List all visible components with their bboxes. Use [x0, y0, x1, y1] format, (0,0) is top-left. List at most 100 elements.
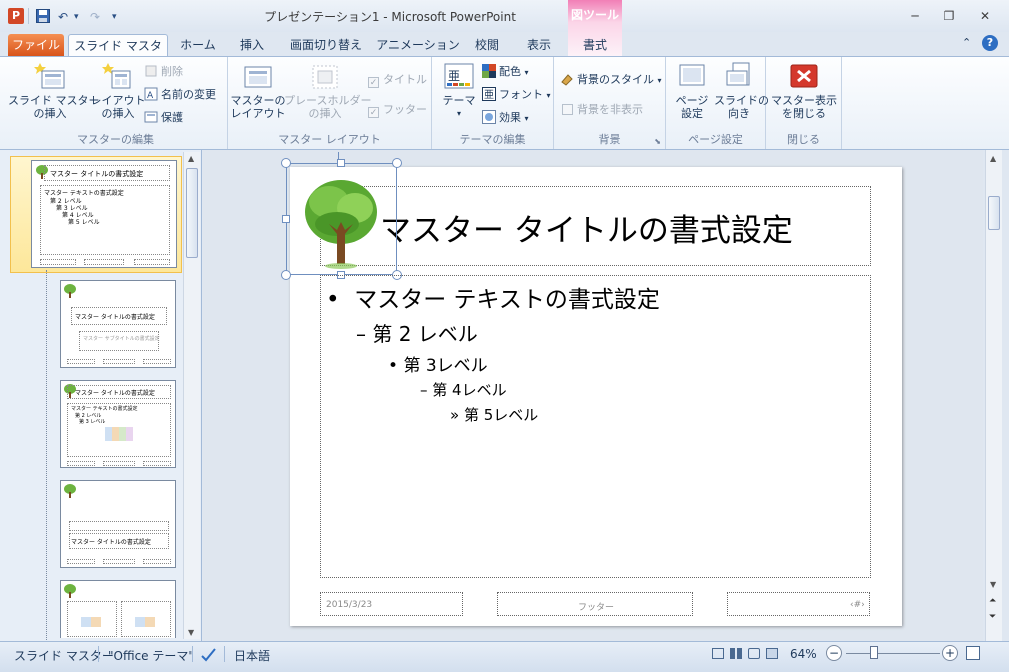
picture-tools-label: 図ツール — [570, 8, 619, 22]
tab-transitions[interactable]: 画面切り替え — [284, 34, 368, 56]
tab-view[interactable]: 表示 — [518, 34, 560, 56]
hide-background-checkbox[interactable]: 背景を非表示 — [562, 101, 643, 119]
editor-scroll-thumb[interactable] — [988, 196, 1000, 230]
zoom-slider-track[interactable] — [846, 653, 940, 654]
tab-file[interactable]: ファイル — [8, 34, 64, 56]
thumb-title-text: マスター タイトルの書式設定 — [71, 539, 151, 546]
fit-to-window-icon[interactable] — [966, 646, 980, 660]
insert-slide-master-button[interactable]: スライド マスター の挿入 — [8, 61, 100, 120]
thumb-level5: 第 5 レベル — [68, 219, 100, 226]
insert-placeholder-icon — [309, 61, 341, 91]
themes-button[interactable]: 亜 テーマ ▾ — [436, 61, 482, 120]
normal-view-icon[interactable] — [712, 648, 724, 659]
insert-placeholder-button[interactable]: プレースホルダー の挿入 — [284, 61, 371, 120]
resize-handle-nw[interactable] — [281, 158, 291, 168]
help-icon[interactable]: ? — [982, 35, 998, 51]
tab-format[interactable]: 書式 — [570, 34, 620, 56]
thumbnail-pane[interactable]: 1 マスター タイトルの書式設定 マスター テキストの書式設定 第 2 レベル … — [0, 150, 202, 641]
slide-orientation-button[interactable]: スライドの 向き — [714, 61, 769, 120]
preserve-button[interactable]: 保護 — [144, 109, 183, 127]
slide-number-placeholder[interactable] — [727, 592, 870, 616]
slide-title[interactable]: マスター タイトルの書式設定 — [380, 205, 793, 250]
thumbnail-scrollbar[interactable]: ▲ ▼ — [183, 152, 200, 639]
spell-check-icon[interactable] — [200, 646, 218, 662]
ribbon: スライド マスター の挿入 レイアウト の挿入 削除 A 名前の変更 保護 マスタ… — [0, 56, 1009, 150]
body-level-2[interactable]: – 第 2 レベル — [356, 318, 478, 347]
bullet-icon: • — [326, 287, 340, 313]
tab-slide-master[interactable]: スライド マスター — [68, 34, 168, 75]
next-slide-icon[interactable]: ⏷ — [989, 612, 996, 622]
rename-icon: A — [144, 87, 158, 101]
tree-picture[interactable] — [286, 163, 397, 275]
powerpoint-app-icon[interactable]: P — [8, 8, 24, 24]
themes-label: テーマ — [442, 94, 476, 107]
tree-icon — [305, 180, 377, 269]
rename-button[interactable]: A 名前の変更 — [144, 86, 216, 104]
title-checkbox[interactable]: ✓ タイトル — [368, 71, 427, 89]
slide-show-icon[interactable] — [766, 648, 778, 659]
colors-button[interactable]: 配色 ▾ — [482, 63, 529, 81]
master-layout-button[interactable]: マスターの レイアウト — [230, 61, 286, 120]
undo-icon[interactable]: ↶ — [58, 9, 68, 25]
delete-button[interactable]: 削除 — [144, 63, 183, 81]
resize-handle-sw[interactable] — [281, 270, 291, 280]
thumbnail-slide-master[interactable]: マスター タイトルの書式設定 マスター テキストの書式設定 第 2 レベル 第 … — [31, 160, 177, 268]
thumbnail-layout-two-content[interactable] — [60, 580, 176, 638]
customize-qat-icon[interactable]: ▾ — [112, 9, 117, 25]
thumb-date-placeholder — [40, 259, 76, 265]
background-styles-icon — [560, 72, 574, 86]
tab-animations[interactable]: アニメーション — [376, 34, 460, 56]
thumbnail-scroll-thumb[interactable] — [186, 168, 198, 258]
tab-home[interactable]: ホーム — [172, 34, 224, 56]
footer-slide-number: ‹#› — [850, 600, 865, 610]
tab-insert[interactable]: 挿入 — [228, 34, 276, 56]
thumb-date-placeholder — [67, 559, 95, 564]
redo-icon[interactable]: ↷ — [90, 9, 100, 25]
restore-button[interactable]: ❐ — [936, 6, 962, 26]
dialog-launcher-icon[interactable]: ⬊ — [654, 137, 661, 146]
scroll-down-arrow-icon[interactable]: ▼ — [990, 580, 996, 589]
thumbnail-layout-title-content[interactable]: マスター タイトルの書式設定 マスター テキストの書式設定 第 2 レベル 第 … — [60, 380, 176, 468]
zoom-in-button[interactable]: + — [942, 645, 958, 661]
body-level-4[interactable]: – 第 4レベル — [420, 379, 507, 400]
tab-review[interactable]: 校閲 — [466, 34, 508, 56]
zoom-slider-thumb[interactable] — [870, 646, 878, 659]
fonts-button[interactable]: 亜フォント ▾ — [482, 86, 551, 104]
body-level-5[interactable]: » 第 5レベル — [450, 404, 538, 425]
thumb-number-placeholder — [143, 559, 171, 564]
scroll-up-arrow-icon[interactable]: ▲ — [990, 154, 996, 163]
status-language[interactable]: 日本語 — [234, 647, 270, 664]
status-theme: "Office テーマ" — [108, 649, 194, 663]
effects-button[interactable]: 効果 ▾ — [482, 109, 529, 127]
hide-background-box — [562, 104, 573, 115]
previous-slide-icon[interactable]: ⏶ — [989, 596, 996, 606]
group-label-background: 背景 — [598, 133, 621, 146]
save-icon[interactable] — [36, 9, 50, 25]
close-master-view-button[interactable]: マスター表示 を閉じる — [770, 61, 838, 120]
group-page-setup: ページ 設定 スライドの 向き ページ設定 — [666, 57, 769, 149]
zoom-out-button[interactable]: − — [826, 645, 842, 661]
body-level-1[interactable]: • マスター テキストの書式設定 — [326, 280, 660, 314]
resize-handle-n[interactable] — [337, 159, 345, 167]
thumbnail-layout-title[interactable]: マスター タイトルの書式設定 マスター サブタイトルの書式設定 — [60, 280, 176, 368]
resize-handle-w[interactable] — [282, 215, 290, 223]
footer-checkbox-box: ✓ — [368, 107, 379, 118]
collapse-ribbon-icon[interactable]: ⌃ — [962, 36, 971, 49]
slide-sorter-icon[interactable] — [730, 648, 742, 659]
background-styles-button[interactable]: 背景のスタイル ▾ — [560, 71, 662, 89]
minimize-button[interactable]: ─ — [902, 6, 928, 26]
scroll-down-arrow-icon[interactable]: ▼ — [188, 628, 194, 637]
scroll-up-arrow-icon[interactable]: ▲ — [188, 154, 194, 163]
body-level-3[interactable]: • 第 3レベル — [388, 351, 488, 376]
footer-checkbox[interactable]: ✓ フッター — [368, 101, 427, 119]
close-window-button[interactable]: ✕ — [972, 6, 998, 26]
undo-dropdown-icon[interactable]: ▾ — [74, 9, 79, 25]
insert-layout-button[interactable]: レイアウト の挿入 — [90, 61, 146, 120]
thumbnail-layout-section-header[interactable]: マスター タイトルの書式設定 — [60, 480, 176, 568]
resize-handle-ne[interactable] — [392, 158, 402, 168]
zoom-level[interactable]: 64% — [790, 647, 817, 661]
reading-view-icon[interactable] — [748, 648, 760, 659]
page-setup-button[interactable]: ページ 設定 — [670, 61, 714, 120]
editor-vertical-scrollbar[interactable]: ▲ ▼ ⏶ ⏷ — [985, 150, 1002, 641]
dash-bullet-icon: – — [420, 381, 428, 399]
